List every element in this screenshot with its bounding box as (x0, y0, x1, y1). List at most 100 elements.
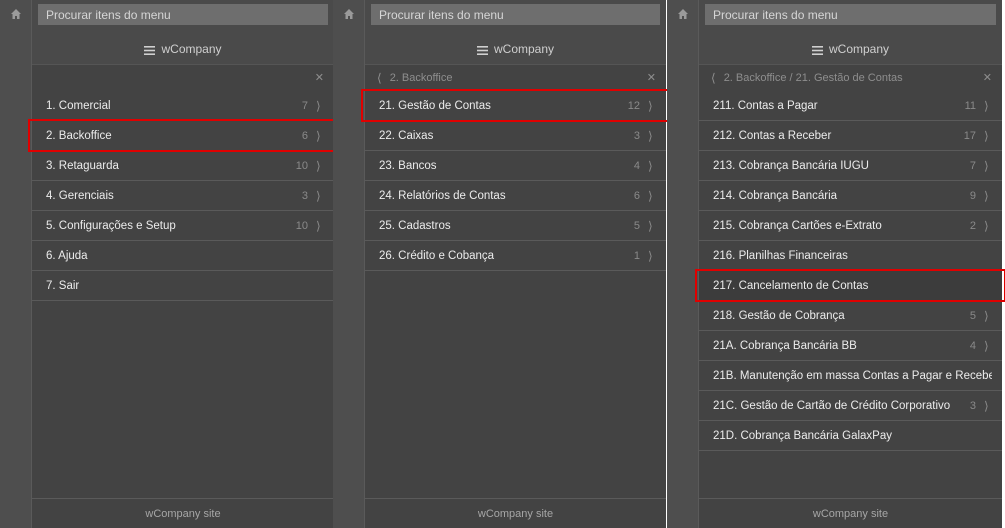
menu-breadcrumb[interactable]: 2. Backoffice (390, 72, 647, 84)
chevron-right-icon: ⟩ (648, 248, 653, 263)
home-icon[interactable] (10, 8, 22, 20)
chevron-right-icon: ⟩ (648, 158, 653, 173)
menu-item[interactable]: 21D. Cobrança Bancária GalaxPay (699, 421, 1002, 451)
chevron-left-icon[interactable]: ⟨ (711, 71, 716, 85)
chevron-right-icon: ⟩ (984, 188, 989, 203)
home-icon[interactable] (677, 8, 689, 20)
menu-item[interactable]: 217. Cancelamento de Contas (695, 269, 1005, 302)
menu-breadcrumb[interactable]: 2. Backoffice / 21. Gestão de Contas (724, 72, 983, 84)
menu-item[interactable]: 215. Cobrança Cartões e-Extrato 2 ⟩ (699, 211, 1002, 241)
chevron-right-icon: ⟩ (984, 128, 989, 143)
chevron-right-icon: ⟩ (984, 398, 989, 413)
menu-item-label: 1. Comercial (46, 99, 111, 112)
footer-site-link[interactable]: wCompany site (365, 498, 666, 528)
footer-site-link[interactable]: wCompany site (32, 498, 334, 528)
search-bar (365, 0, 666, 33)
menu-item-label: 217. Cancelamento de Contas (713, 279, 869, 292)
chevron-right-icon: ⟩ (316, 158, 321, 173)
brand-header[interactable]: wCompany (365, 33, 666, 65)
menu-item[interactable]: 25. Cadastros 5 ⟩ (365, 211, 666, 241)
menu-nav-header: ✕ (32, 65, 334, 90)
menu-drawer: wCompany ⟨ 2. Backoffice / 21. Gestão de C… (695, 0, 1005, 528)
menu-item-count: 12 (627, 99, 640, 112)
side-rail (0, 0, 32, 528)
menu-item[interactable]: 214. Cobrança Bancária 9 ⟩ (699, 181, 1002, 211)
menu-item-label: 24. Relatórios de Contas (379, 189, 506, 202)
chevron-right-icon: ⟩ (984, 308, 989, 323)
hamburger-icon (476, 44, 488, 55)
brand-name: wCompany (493, 41, 555, 56)
menu-item-count: 5 (969, 309, 976, 322)
menu-item[interactable]: 4. Gerenciais 3 ⟩ (32, 181, 334, 211)
brand-header[interactable]: wCompany (699, 33, 1002, 65)
side-rail (333, 0, 365, 528)
menu-panel-1: wCompany✕1. Comercial7⟩2. Backoffice6⟩3.… (0, 0, 338, 528)
chevron-right-icon: ⟩ (316, 98, 321, 113)
menu-item-count: 11 (964, 99, 976, 112)
close-icon[interactable]: ✕ (983, 71, 992, 84)
menu-item[interactable]: 7. Sair (32, 271, 334, 301)
home-icon[interactable] (343, 8, 355, 20)
menu-item-count: 4 (969, 339, 976, 352)
close-icon[interactable]: ✕ (647, 71, 656, 84)
menu-nav-header: ⟨ 2. Backoffice ✕ (365, 65, 666, 90)
search-bar (32, 0, 334, 33)
menu-item-label: 26. Crédito e Cobança (379, 249, 495, 262)
menu-item[interactable]: 26. Crédito e Cobança 1 ⟩ (365, 241, 666, 271)
menu-item[interactable]: 218. Gestão de Cobrança 5 ⟩ (699, 301, 1002, 331)
menu-item-label: 2. Backoffice (46, 129, 112, 142)
chevron-right-icon: ⟩ (984, 218, 989, 233)
search-bar (699, 0, 1002, 33)
menu-item[interactable]: 21A. Cobrança Bancária BB 4 ⟩ (699, 331, 1002, 361)
menu-item[interactable]: 23. Bancos 4 ⟩ (365, 151, 666, 181)
menu-item-label: 6. Ajuda (46, 249, 88, 262)
menu-item[interactable]: 213. Cobrança Bancária IUGU 7 ⟩ (699, 151, 1002, 181)
menu-item[interactable]: 21. Gestão de Contas 12 ⟩ (361, 89, 670, 122)
menu-item[interactable]: 24. Relatórios de Contas 6 ⟩ (365, 181, 666, 211)
chevron-right-icon: ⟩ (316, 218, 321, 233)
menu-item[interactable]: 3. Retaguarda 10 ⟩ (32, 151, 334, 181)
menu-item-count: 7 (301, 99, 308, 112)
chevron-left-icon[interactable]: ⟨ (377, 71, 382, 85)
menu-item[interactable]: 1. Comercial 7 ⟩ (32, 91, 334, 121)
menu-item[interactable]: 5. Configurações e Setup 10 ⟩ (32, 211, 334, 241)
menu-item[interactable]: 2. Backoffice 6 ⟩ (28, 119, 338, 152)
chevron-right-icon: ⟩ (648, 218, 653, 233)
menu-item-count: 9 (969, 189, 976, 202)
menu-item-count: 6 (633, 189, 640, 202)
side-rail (667, 0, 699, 528)
menu-item-label: 21. Gestão de Contas (379, 99, 491, 112)
menu-item-count: 17 (963, 129, 976, 142)
chevron-right-icon: ⟩ (648, 188, 653, 203)
menu-item[interactable]: 21B. Manutenção em massa Contas a Pagar … (699, 361, 1002, 391)
chevron-right-icon: ⟩ (316, 128, 321, 143)
search-input[interactable] (38, 4, 328, 25)
menu-item-count: 2 (969, 219, 976, 232)
menu-item-label: 4. Gerenciais (46, 189, 114, 202)
search-input[interactable] (371, 4, 660, 25)
menu-item[interactable]: 6. Ajuda (32, 241, 334, 271)
menu-item[interactable]: 216. Planilhas Financeiras (699, 241, 1002, 271)
menu-item[interactable]: 212. Contas a Receber 17 ⟩ (699, 121, 1002, 151)
brand-header[interactable]: wCompany (32, 33, 334, 65)
menu-item[interactable]: 211. Contas a Pagar 11 ⟩ (699, 91, 1002, 121)
chevron-right-icon: ⟩ (316, 188, 321, 203)
close-icon[interactable]: ✕ (315, 71, 324, 84)
menu-item-label: 7. Sair (46, 279, 80, 292)
menu-list: 1. Comercial 7 ⟩ 2. Backoffice 6 ⟩ 3. Retaguar… (28, 91, 338, 301)
menu-item-label: 212. Contas a Receber (713, 129, 832, 142)
menu-item[interactable]: 21C. Gestão de Cartão de Crédito Corpora… (699, 391, 1002, 421)
search-input[interactable] (705, 4, 996, 25)
menu-item-label: 21B. Manutenção em massa Contas a Pagar … (713, 369, 992, 382)
menu-item-label: 215. Cobrança Cartões e-Extrato (713, 219, 882, 232)
footer-site-link[interactable]: wCompany site (699, 498, 1002, 528)
chevron-right-icon: ⟩ (984, 338, 989, 353)
menu-item-count: 6 (301, 129, 308, 142)
menu-item-label: 3. Retaguarda (46, 159, 119, 172)
menu-item-label: 211. Contas a Pagar (713, 99, 818, 112)
brand-name: wCompany (828, 41, 890, 56)
chevron-right-icon: ⟩ (648, 98, 653, 113)
menu-item[interactable]: 22. Caixas 3 ⟩ (365, 121, 666, 151)
menu-item-label: 214. Cobrança Bancária (713, 189, 838, 202)
menu-item-count: 3 (633, 129, 640, 142)
